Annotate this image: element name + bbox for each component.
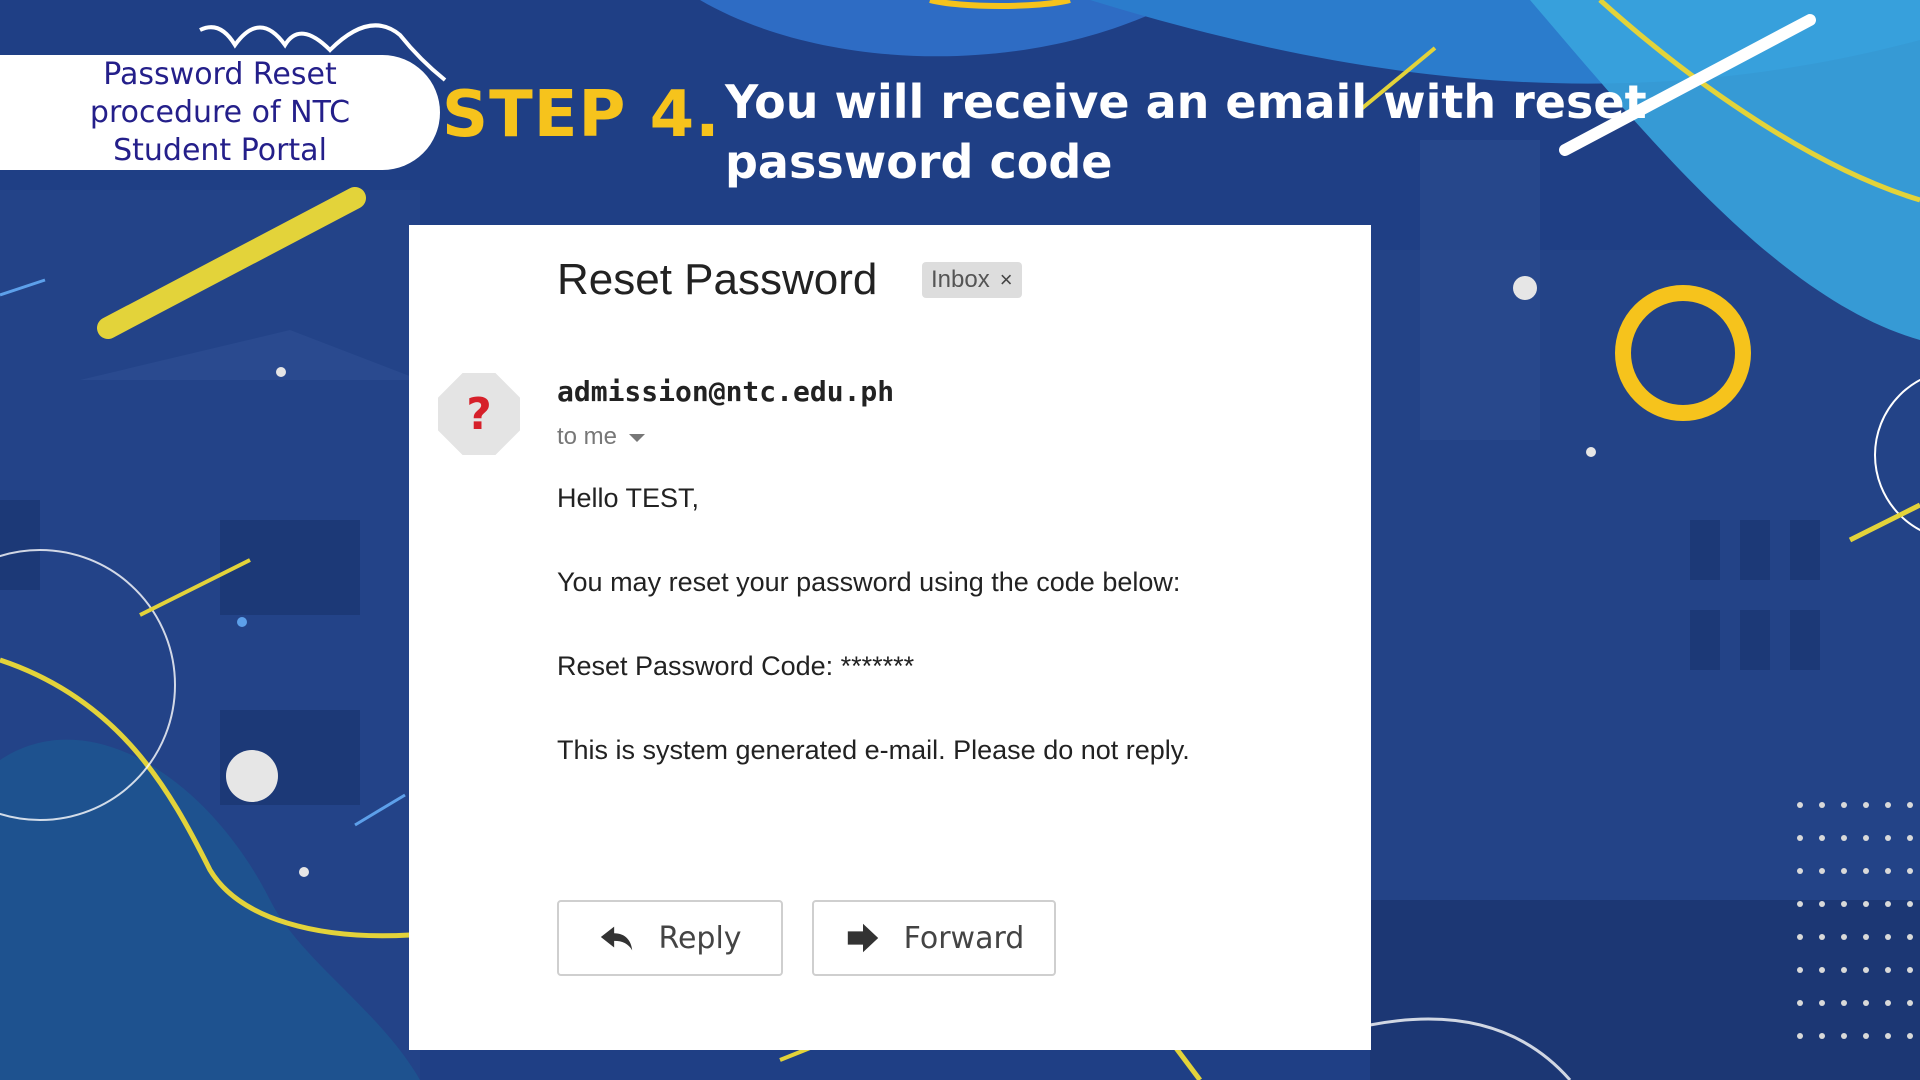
question-mark-icon: ?	[466, 388, 492, 440]
email-disclaimer: This is system generated e-mail. Please …	[557, 735, 1190, 765]
email-body-instruction: You may reset your password using the co…	[557, 567, 1181, 597]
step-label: STEP 4.	[442, 78, 721, 152]
reply-button[interactable]: Reply	[557, 900, 783, 976]
badge-line-2: procedure of NTC	[89, 94, 351, 130]
email-message-card: Reset Password Inbox × ? admission@ntc.e…	[409, 225, 1371, 1050]
sender-avatar: ?	[438, 373, 520, 455]
close-icon[interactable]: ×	[1000, 267, 1013, 293]
reset-code-line: Reset Password Code: *******	[557, 651, 915, 681]
badge-line-1: Password Reset	[103, 56, 337, 92]
chevron-down-icon	[629, 434, 646, 442]
inbox-label-chip[interactable]: Inbox ×	[922, 262, 1022, 298]
email-greeting: Hello TEST,	[557, 483, 700, 513]
recipient-details-toggle[interactable]: to me	[557, 423, 646, 451]
step-description: You will receive an email with reset pas…	[725, 75, 1647, 189]
reply-arrow-icon	[601, 926, 633, 951]
forward-button[interactable]: Forward	[812, 900, 1056, 976]
inbox-label-text: Inbox	[931, 266, 990, 293]
reply-label: Reply	[658, 920, 742, 956]
badge-line-3: Student Portal	[113, 132, 327, 168]
forward-arrow-icon	[847, 923, 878, 953]
forward-label: Forward	[903, 920, 1025, 956]
title-badge: Password Reset procedure of NTC Student …	[0, 55, 440, 170]
email-subject: Reset Password	[557, 255, 878, 304]
sender-address: admission@ntc.edu.ph	[557, 375, 895, 408]
recipient-label: to me	[557, 423, 618, 450]
